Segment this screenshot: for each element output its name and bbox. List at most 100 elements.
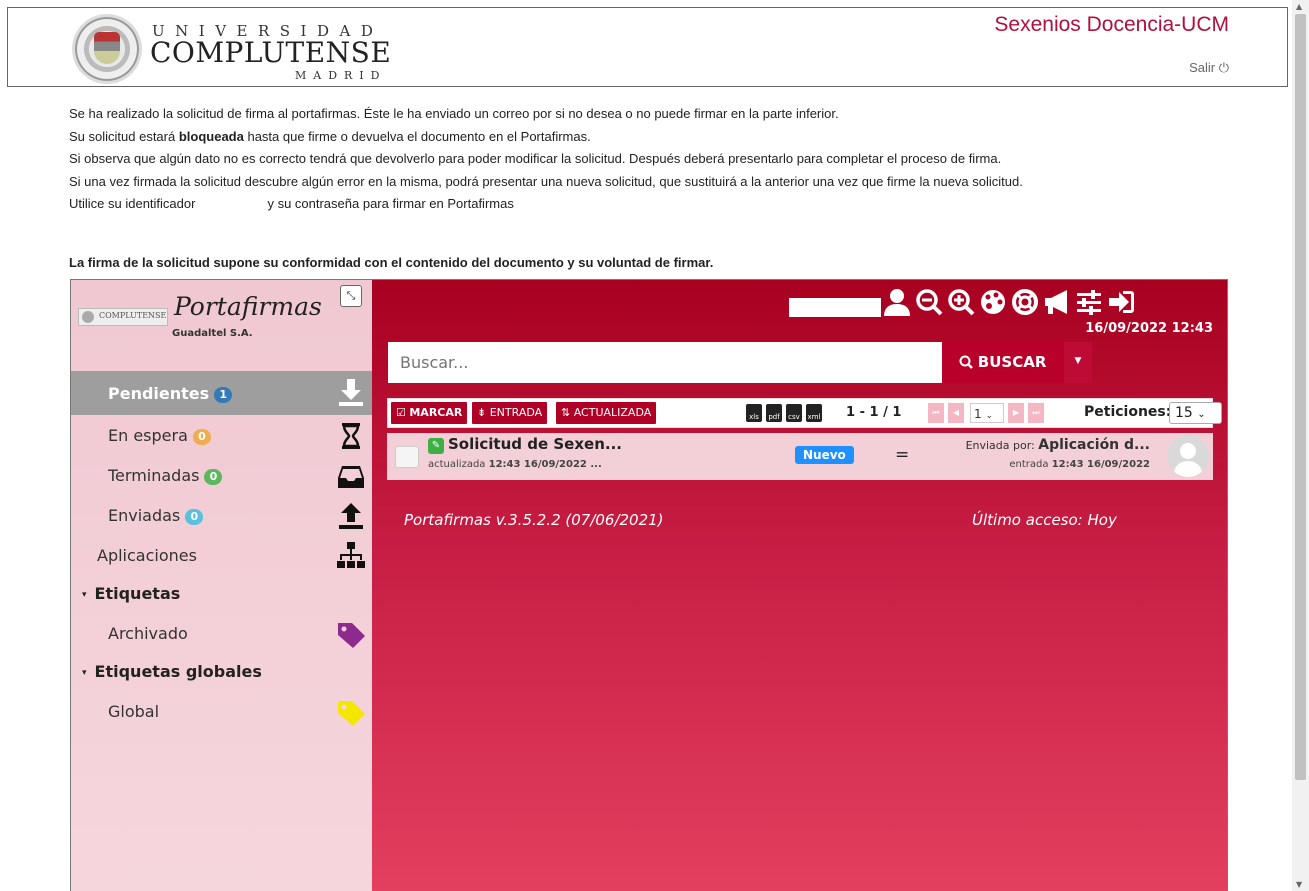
- logout-link[interactable]: Salir ⏻: [1189, 60, 1229, 76]
- sidebar-item-pending[interactable]: Pendientes 1: [71, 371, 372, 415]
- sidebar-item-applications[interactable]: Aplicaciones: [71, 535, 372, 575]
- export-xls-icon[interactable]: xls: [746, 404, 762, 422]
- global-label: Global: [108, 702, 160, 721]
- export-format-label: xml: [807, 413, 821, 421]
- logout-icon[interactable]: [1107, 288, 1135, 316]
- list-toolbar: ☑ MARCAR ⇟ ENTRADA ⇅ ACTUALIZADA xls pdf…: [387, 398, 1222, 428]
- per-page-label: Peticiones:: [1084, 404, 1172, 420]
- status-badge: Nuevo: [795, 446, 854, 464]
- app-version: Portafirmas v.3.5.2.2 (07/06/2021): [404, 511, 664, 529]
- page-scrollbar[interactable]: ▲ ▼: [1292, 0, 1309, 891]
- notice-line: Se ha realizado la solicitud de firma al…: [69, 106, 839, 121]
- sidebar-item-global[interactable]: Global: [71, 691, 372, 731]
- ucm-logo[interactable]: UNIVERSIDAD COMPLUTENSE MADRID: [66, 12, 406, 86]
- sidebar-section-global-tags[interactable]: ▾ Etiquetas globales: [71, 653, 372, 691]
- tags-section-label: Etiquetas: [94, 584, 181, 603]
- last-page-button[interactable]: ⏭: [1028, 403, 1044, 423]
- signature-notices: Se ha realizado la solicitud de firma al…: [69, 103, 1023, 216]
- scroll-down-arrow-icon[interactable]: ▼: [1296, 880, 1302, 889]
- chevron-down-icon: ⌄: [1197, 409, 1206, 420]
- collapse-sidebar-button[interactable]: ⤡: [340, 285, 362, 307]
- chevron-down-icon: ⌄: [985, 411, 994, 421]
- request-entry: entrada 12:43 16/09/2022: [1009, 459, 1150, 470]
- page-value: 1: [974, 407, 982, 421]
- notice-text: hasta que firme o devuelva el documento …: [243, 128, 591, 144]
- avatar: [1167, 435, 1209, 477]
- notice-text: Su solicitud estará: [69, 128, 179, 144]
- scroll-thumb[interactable]: [1295, 14, 1306, 780]
- notice-line: Utilice su identificador y su contraseña …: [69, 193, 1023, 216]
- sort-entry-label: ENTRADA: [489, 406, 543, 419]
- sender-prefix: Enviada por:: [965, 439, 1035, 452]
- sidebar-section-label: ▾ Etiquetas globales: [82, 662, 262, 681]
- search-options-dropdown[interactable]: ▼: [1064, 342, 1092, 383]
- portafirmas-frame: COMPLUTENSE Portafirmas Guadaltel S.A. ⤡…: [70, 279, 1228, 891]
- export-pdf-icon[interactable]: pdf: [766, 404, 782, 422]
- archived-label: Archivado: [108, 624, 188, 643]
- export-format-label: xls: [749, 413, 759, 421]
- export-xml-icon[interactable]: xml: [806, 404, 822, 422]
- request-checkbox[interactable]: [395, 446, 419, 468]
- search-button[interactable]: BUSCAR ▼: [942, 342, 1092, 383]
- tag-purple-icon: [338, 623, 365, 648]
- sort-updated-label: ACTUALIZADA: [573, 406, 652, 419]
- sender-value: Aplicación d...: [1038, 437, 1150, 453]
- zoom-out-icon[interactable]: [915, 288, 943, 316]
- search-icon: [959, 355, 973, 369]
- palette-icon[interactable]: [979, 288, 1007, 316]
- scroll-up-arrow-icon[interactable]: ▲: [1296, 2, 1302, 11]
- entry-prefix: entrada: [1009, 459, 1049, 470]
- sent-label: Enviadas: [108, 506, 181, 525]
- user-icon[interactable]: [883, 288, 911, 316]
- finished-count-badge: 0: [204, 469, 223, 485]
- request-subject[interactable]: Solicitud de Sexen...: [448, 435, 622, 453]
- download-icon: [339, 379, 363, 406]
- settings-icon[interactable]: [1075, 288, 1103, 316]
- caret-down-icon: ▾: [82, 590, 87, 600]
- first-page-button[interactable]: ⏮: [928, 403, 944, 423]
- notice-text: y su contraseña para firmar en Portafirm…: [267, 196, 514, 211]
- global-tags-section-label: Etiquetas globales: [94, 662, 262, 681]
- page-select[interactable]: 1 ⌄: [970, 403, 1004, 423]
- prev-page-button[interactable]: ◀: [948, 403, 964, 423]
- help-icon[interactable]: [1011, 288, 1039, 316]
- sidebar-section-tags[interactable]: ▾ Etiquetas: [71, 575, 372, 613]
- portafirmas-brand: COMPLUTENSE Portafirmas Guadaltel S.A.: [78, 292, 322, 344]
- sort-entry-button[interactable]: ⇟ ENTRADA: [472, 402, 548, 424]
- current-datetime: 16/09/2022 12:43: [1085, 321, 1213, 336]
- search-input[interactable]: [388, 342, 942, 383]
- ucm-seal-icon: [72, 14, 142, 84]
- sidebar-item-archived[interactable]: Archivado: [71, 613, 372, 653]
- zoom-in-icon[interactable]: [947, 288, 975, 316]
- tag-yellow-icon: [338, 701, 365, 726]
- per-page-value: 15: [1175, 405, 1193, 421]
- waiting-label: En espera: [108, 426, 188, 445]
- portafirmas-main: 16/09/2022 12:43 BUSCAR ▼ ☑ MARCAR ⇟ ENT…: [372, 280, 1227, 891]
- inbox-icon: [338, 466, 364, 488]
- export-csv-icon[interactable]: csv: [786, 404, 802, 422]
- notice-line: Si una vez firmada la solicitud descubre…: [69, 173, 1023, 189]
- sitemap-icon: [337, 542, 365, 568]
- ucm-mini-seal-icon: [82, 311, 94, 323]
- priority-normal-icon: =: [895, 445, 910, 465]
- sidebar-item-sent[interactable]: Enviadas 0: [71, 495, 372, 535]
- logo-line-madrid: MADRID: [295, 69, 387, 82]
- sort-updated-button[interactable]: ⇅ ACTUALIZADA: [556, 402, 657, 424]
- mini-logo-text: COMPLUTENSE: [99, 311, 167, 320]
- search-button-text: BUSCAR: [977, 353, 1047, 371]
- announcement-icon[interactable]: [1043, 288, 1071, 316]
- site-header: UNIVERSIDAD COMPLUTENSE MADRID Sexenios …: [7, 7, 1288, 87]
- next-page-button[interactable]: ▶: [1008, 403, 1024, 423]
- sidebar-item-label: Pendientes 1: [108, 384, 233, 403]
- site-title[interactable]: Sexenios Docencia-UCM: [994, 13, 1229, 37]
- sidebar-item-finished[interactable]: Terminadas 0: [71, 455, 372, 495]
- mark-button[interactable]: ☑ MARCAR: [391, 402, 468, 424]
- notice-text: Utilice su identificador: [69, 196, 196, 211]
- per-page-select[interactable]: 15 ⌄: [1169, 402, 1222, 424]
- masked-username: [789, 298, 881, 317]
- ucm-mini-logo: COMPLUTENSE: [78, 308, 168, 326]
- request-row[interactable]: ✎ Solicitud de Sexen... actualizada 12:4…: [387, 433, 1213, 480]
- sidebar-item-waiting[interactable]: En espera 0: [71, 415, 372, 455]
- waiting-count-badge: 0: [192, 429, 211, 445]
- conformity-statement: La firma de la solicitud supone su confo…: [69, 255, 714, 270]
